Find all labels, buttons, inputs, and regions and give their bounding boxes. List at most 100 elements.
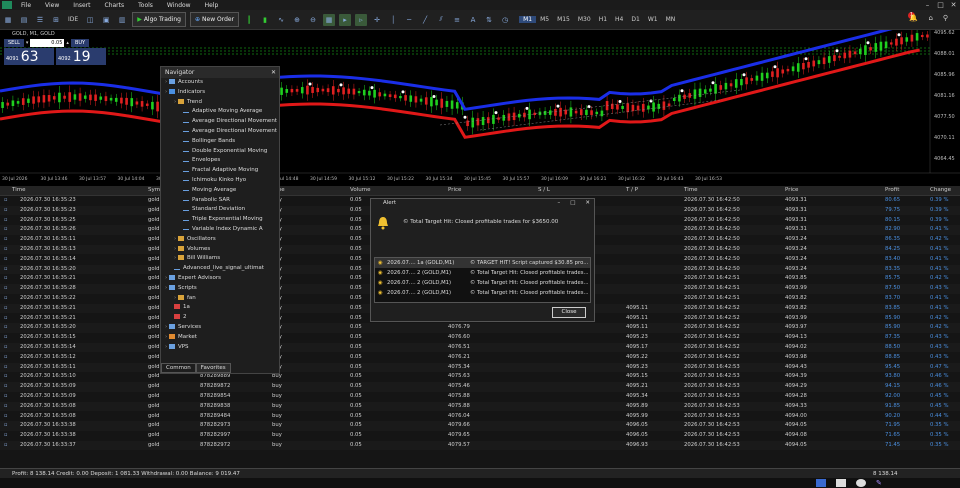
navigator-item[interactable]: Advanced_live_signal_ultimat bbox=[161, 264, 279, 274]
trendline-icon[interactable]: ╱ bbox=[419, 14, 431, 26]
table-row[interactable]: ▫ 2026.07.30 16:33:38 gold 878282973 buy 0.05… bbox=[0, 421, 960, 431]
table-row[interactable]: ▫ 2026.07.30 16:35:08 gold 878289484 buy 0.05… bbox=[0, 412, 960, 421]
navigator-item[interactable]: Parabolic SAR bbox=[161, 196, 279, 206]
menu-item-insert[interactable]: Insert bbox=[66, 2, 97, 9]
channel-icon[interactable]: ⫽ bbox=[435, 14, 447, 26]
menu-item-view[interactable]: View bbox=[38, 2, 66, 9]
algo-trading-button[interactable]: ▶ Algo Trading bbox=[132, 12, 186, 27]
crosshair-icon[interactable]: ✛ bbox=[371, 14, 383, 26]
lot-down-icon[interactable]: ▾ bbox=[26, 40, 29, 46]
navigator-close-icon[interactable]: ✕ bbox=[271, 67, 276, 78]
navigator-item[interactable]: Ichimoku Kinko Hyo bbox=[161, 176, 279, 186]
table-row[interactable]: ▫ 2026.07.30 16:33:37 gold 878282972 buy 0.05… bbox=[0, 441, 960, 451]
maximize-icon[interactable]: □ bbox=[934, 0, 947, 10]
period-icon[interactable]: ◷ bbox=[499, 14, 511, 26]
timeframe-m30[interactable]: M30 bbox=[574, 16, 595, 23]
alert-row[interactable]: ◉ 2026.07.... 2 (GOLD,M1) © Total Target Hi… bbox=[375, 268, 590, 278]
fibo-icon[interactable]: ≡ bbox=[451, 14, 463, 26]
search-icon[interactable]: ⚲ bbox=[943, 14, 948, 22]
timeframe-m15[interactable]: M15 bbox=[553, 16, 574, 23]
ide-button[interactable]: IDE bbox=[64, 16, 82, 23]
tab-favorites[interactable]: Favorites bbox=[195, 363, 231, 373]
navigator-item[interactable]: › Bill Williams bbox=[161, 254, 279, 264]
navigator-item[interactable]: Fractal Adaptive Moving bbox=[161, 166, 279, 176]
user-icon[interactable]: ⌂ bbox=[929, 14, 933, 22]
chart-shift-icon[interactable]: ▹ bbox=[355, 13, 368, 26]
text-icon[interactable]: A bbox=[467, 14, 479, 26]
vertical-line-icon[interactable]: │ bbox=[387, 14, 399, 26]
alert-row[interactable]: ◉ 2026.07.... 1a (GOLD,M1) © TARGET HIT! Sc… bbox=[375, 258, 590, 268]
navigator-item[interactable]: › VPS bbox=[161, 343, 279, 353]
navigator-item[interactable]: Double Exponential Moving bbox=[161, 147, 279, 157]
new-chart-icon[interactable]: ▦ bbox=[2, 14, 14, 26]
ask-price[interactable]: 4092 19 bbox=[56, 48, 106, 65]
alert-row[interactable]: ◉ 2026.07.... 2 (GOLD,M1) © Total Target Hi… bbox=[375, 288, 590, 298]
bar-chart-icon[interactable]: ┃ bbox=[243, 14, 255, 26]
zoom-out-icon[interactable]: ⊖ bbox=[307, 14, 319, 26]
timeframe-w1[interactable]: W1 bbox=[644, 16, 662, 23]
close-icon[interactable]: ✕ bbox=[947, 0, 960, 10]
timeframe-h1[interactable]: H1 bbox=[595, 16, 611, 23]
alert-row[interactable]: ◉ 2026.07.... 2 (GOLD,M1) © Total Target Hi… bbox=[375, 278, 590, 288]
taskbar-app-icon[interactable] bbox=[816, 479, 826, 487]
table-row[interactable]: ▫ 2026.07.30 16:35:08 gold 878289838 buy 0.05… bbox=[0, 401, 960, 412]
arrows-icon[interactable]: ⇅ bbox=[483, 14, 495, 26]
navigator-item[interactable]: Bollinger Bands bbox=[161, 137, 279, 147]
alert-close-icon[interactable]: ✕ bbox=[585, 199, 590, 208]
alert-close-button[interactable]: Close bbox=[552, 307, 586, 318]
timeframe-h4[interactable]: H4 bbox=[611, 16, 627, 23]
timeframe-mn[interactable]: MN bbox=[662, 16, 680, 23]
navigator-item[interactable]: Variable Index Dynamic A bbox=[161, 225, 279, 235]
navigator-item[interactable]: › Market bbox=[161, 333, 279, 343]
buy-button[interactable]: BUY bbox=[70, 39, 90, 47]
lot-input[interactable]: 0.05 bbox=[30, 39, 65, 47]
profiles-icon[interactable]: ▤ bbox=[18, 14, 30, 26]
navigator-item[interactable]: Moving Average bbox=[161, 186, 279, 196]
menu-item-help[interactable]: Help bbox=[198, 2, 226, 9]
sell-button[interactable]: SELL bbox=[4, 39, 24, 47]
bell-icon[interactable]: 🔔 bbox=[909, 14, 918, 22]
zoom-in-icon[interactable]: ⊕ bbox=[291, 14, 303, 26]
table-row[interactable]: ▫2026.07.30 16:35:15goldbuy0.054076.6040… bbox=[0, 333, 960, 342]
navigator-item[interactable]: › Accounts bbox=[161, 78, 279, 88]
autoscroll-icon[interactable]: ▸ bbox=[339, 13, 352, 26]
navigator-item[interactable]: Standard Deviation bbox=[161, 205, 279, 215]
taskbar-pen-icon[interactable]: ✎ bbox=[876, 479, 882, 487]
table-row[interactable]: ▫ 2026.07.30 16:35:09 gold 878289854 buy 0.05… bbox=[0, 392, 960, 401]
save-icon[interactable]: ▣ bbox=[100, 14, 112, 26]
navigator-item[interactable]: 2 bbox=[161, 313, 279, 323]
navigator-item[interactable]: › Volumes bbox=[161, 245, 279, 255]
column-header[interactable]: T / P bbox=[626, 186, 638, 195]
column-header[interactable]: Price bbox=[785, 186, 798, 195]
navigator-item[interactable]: › Services bbox=[161, 323, 279, 333]
navigator-item[interactable]: Triple Exponential Moving bbox=[161, 215, 279, 225]
taskbar-terminal-icon[interactable] bbox=[836, 479, 846, 487]
navigator-item[interactable]: › Indicators bbox=[161, 88, 279, 98]
menu-item-window[interactable]: Window bbox=[160, 2, 198, 9]
column-header[interactable]: Change bbox=[930, 186, 951, 195]
table-row[interactable]: ▫2026.07.30 16:35:20goldbuy0.054076.7940… bbox=[0, 323, 960, 333]
timeframe-m5[interactable]: M5 bbox=[536, 16, 553, 23]
data-window-icon[interactable]: ⊞ bbox=[50, 14, 62, 26]
navigator-item[interactable]: 1a bbox=[161, 303, 279, 313]
table-row[interactable]: ▫2026.07.30 16:35:11gold878289910buy0.05… bbox=[0, 362, 960, 372]
navigator-item[interactable]: Adaptive Moving Average bbox=[161, 107, 279, 117]
navigator-item[interactable]: › Trend bbox=[161, 98, 279, 108]
tab-common[interactable]: Common bbox=[161, 363, 196, 373]
column-header[interactable]: Price bbox=[448, 186, 461, 195]
lot-up-icon[interactable]: ▴ bbox=[66, 40, 69, 46]
navigator-item[interactable]: › Oscillators bbox=[161, 235, 279, 245]
candles-icon[interactable]: ▮ bbox=[259, 14, 271, 26]
table-row[interactable]: ▫ 2026.07.30 16:35:09 gold 878289872 buy 0.05… bbox=[0, 382, 960, 392]
tile-icon[interactable]: ▦ bbox=[323, 13, 336, 26]
column-header[interactable]: Volume bbox=[350, 186, 370, 195]
market-watch-icon[interactable]: ☰ bbox=[34, 14, 46, 26]
column-header[interactable]: Time bbox=[12, 186, 25, 195]
menu-item-charts[interactable]: Charts bbox=[98, 2, 132, 9]
navigator-item[interactable]: Average Directional Movement bbox=[161, 127, 279, 137]
menu-item-tools[interactable]: Tools bbox=[131, 2, 160, 9]
navigator-item[interactable]: › fan bbox=[161, 294, 279, 304]
column-header[interactable]: Time bbox=[684, 186, 697, 195]
new-order-button[interactable]: ⊕ New Order bbox=[189, 12, 240, 27]
navigator-item[interactable]: › Scripts bbox=[161, 284, 279, 294]
